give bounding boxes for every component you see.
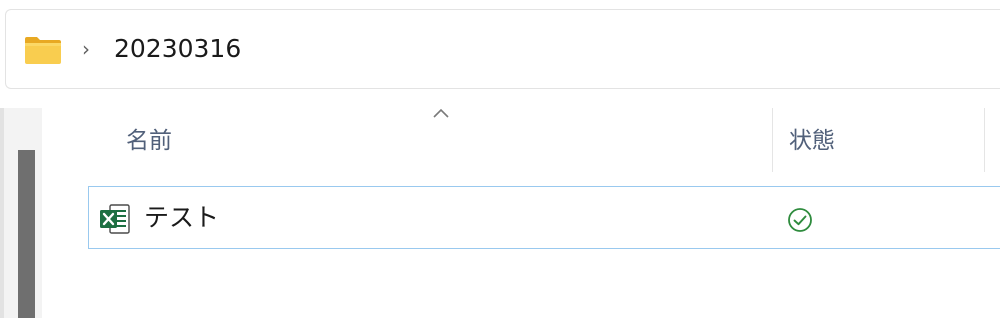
breadcrumb-current-folder[interactable]: 20230316 bbox=[114, 34, 241, 64]
column-divider[interactable] bbox=[772, 108, 773, 172]
excel-file-icon bbox=[100, 204, 130, 234]
column-header-status[interactable]: 状態 bbox=[789, 125, 835, 157]
navigation-pane-edge bbox=[0, 108, 4, 318]
file-row[interactable]: テスト bbox=[88, 186, 1000, 249]
breadcrumb-separator-icon[interactable]: › bbox=[82, 39, 90, 59]
file-explorer-window: › 20230316 名前 状態 テスト bbox=[0, 0, 1000, 318]
column-header-name[interactable]: 名前 bbox=[126, 125, 172, 157]
column-divider[interactable] bbox=[984, 108, 985, 172]
folder-icon[interactable] bbox=[24, 35, 62, 65]
sync-ok-check-icon bbox=[788, 208, 812, 232]
file-name[interactable]: テスト bbox=[144, 202, 219, 234]
chevron-up-icon bbox=[433, 108, 449, 118]
address-bar[interactable]: › 20230316 bbox=[5, 9, 1000, 89]
navigation-pane-scrollbar[interactable] bbox=[18, 150, 35, 318]
